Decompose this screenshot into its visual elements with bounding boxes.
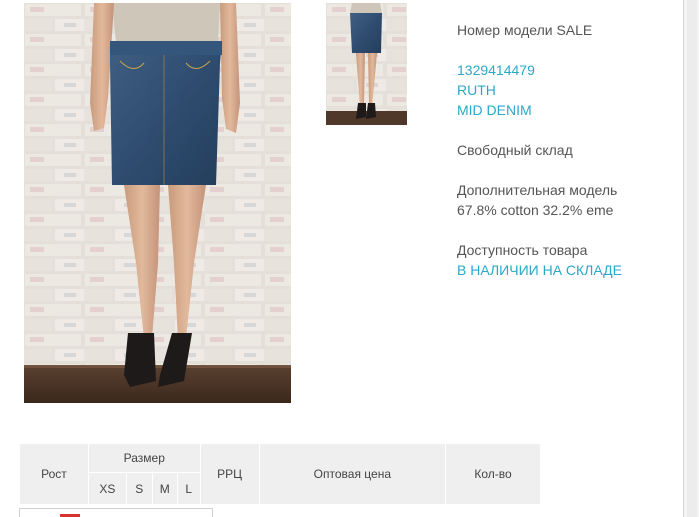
vertical-scrollbar[interactable]	[683, 0, 699, 517]
header-height: Рост	[19, 443, 89, 505]
product-color-link[interactable]: MID DENIM	[457, 100, 687, 120]
product-info: Номер модели SALE 1329414479 RUTH MID DE…	[457, 20, 687, 300]
header-wholesale-price: Оптовая цена	[258, 443, 447, 505]
availability-status-link[interactable]: В НАЛИЧИИ НА СКЛАДЕ	[457, 260, 687, 280]
size-m: M	[151, 472, 178, 505]
product-name-link[interactable]: RUTH	[457, 80, 687, 100]
size-xs: XS	[87, 472, 127, 505]
main-image-graphic	[24, 3, 291, 403]
size-l: L	[176, 472, 201, 505]
model-number-label: Номер модели SALE	[457, 22, 593, 38]
extra-model-label: Дополнительная модель	[457, 182, 618, 198]
header-rrc: РРЦ	[199, 443, 260, 505]
table-first-row	[19, 508, 213, 517]
product-code-link[interactable]: 1329414479	[457, 60, 687, 80]
size-s: S	[125, 472, 153, 505]
product-main-image[interactable]	[24, 3, 291, 403]
warehouse-label: Свободный склад	[457, 142, 573, 158]
scrollbar-thumb[interactable]	[687, 0, 697, 517]
header-quantity: Кол-во	[445, 443, 541, 505]
composition-text: 67.8% cotton 32.2% eme	[457, 202, 614, 218]
product-thumbnail-image[interactable]	[326, 3, 407, 125]
availability-label: Доступность товара	[457, 242, 588, 258]
header-size: Размер	[87, 442, 201, 474]
size-price-table: Рост Размер РРЦ Оптовая цена Кол-во XS S…	[19, 442, 541, 505]
product-page: Номер модели SALE 1329414479 RUTH MID DE…	[0, 0, 699, 517]
thumbnail-image-graphic	[326, 3, 407, 125]
